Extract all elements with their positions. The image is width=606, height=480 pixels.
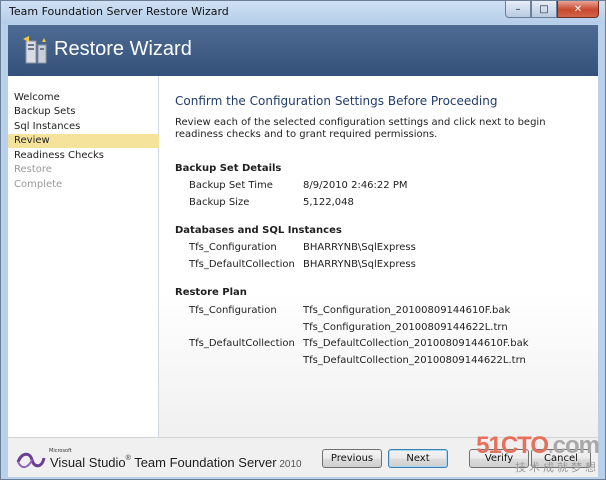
banner-title: Restore Wizard — [54, 38, 192, 60]
nav-item-backup-sets[interactable]: Backup Sets — [8, 105, 160, 119]
database-name: Tfs_DefaultCollection — [189, 259, 295, 270]
plan-log-file: Tfs_DefaultCollection_20100809144622L.tr… — [303, 355, 526, 366]
previous-button-label: Previous — [330, 453, 374, 464]
nav-item-review[interactable]: Review — [8, 134, 160, 148]
next-button-label: Next — [406, 453, 430, 464]
close-button[interactable]: ✕ — [557, 1, 599, 18]
database-instance: BHARRYNB\SqlExpress — [303, 242, 416, 253]
page-description: Review each of the selected configuratio… — [175, 117, 546, 140]
cancel-button[interactable]: Cancel — [531, 449, 591, 468]
cancel-button-label: Cancel — [544, 453, 578, 464]
wizard-footer: Microsoft Visual Studio® Team Foundation… — [8, 437, 598, 477]
visual-studio-logo-icon — [16, 452, 46, 468]
brand-suffix: Team Foundation Server — [130, 455, 277, 470]
product-brand: Microsoft Visual Studio® Team Foundation… — [16, 448, 302, 470]
backup-set-time-label: Backup Set Time — [189, 180, 273, 191]
backup-size-value: 5,122,048 — [303, 197, 354, 208]
caption-buttons: – □ ✕ — [505, 1, 599, 18]
nav-item-restore: Restore — [14, 164, 52, 175]
wizard-banner: Restore Wizard — [8, 25, 598, 76]
plan-database-name: Tfs_Configuration — [189, 305, 277, 316]
backup-size-label: Backup Size — [189, 197, 250, 208]
brand-year: 2010 — [276, 459, 302, 470]
next-button[interactable]: Next — [388, 449, 448, 468]
databases-heading: Databases and SQL Instances — [175, 225, 342, 236]
wizard-window: Team Foundation Server Restore Wizard – … — [0, 0, 606, 480]
backup-set-details-heading: Backup Set Details — [175, 163, 282, 174]
page-heading: Confirm the Configuration Settings Befor… — [175, 94, 498, 108]
verify-button-label: Verify — [484, 453, 514, 464]
plan-database-name: Tfs_DefaultCollection — [189, 338, 295, 349]
backup-set-time-value: 8/9/2010 2:46:22 PM — [303, 180, 408, 191]
brand-name: Visual Studio® Team Foundation Server 20… — [50, 455, 302, 470]
plan-log-file: Tfs_Configuration_20100809144622L.trn — [303, 322, 508, 333]
wizard-nav: Welcome Backup Sets Sql Instances Review… — [8, 76, 160, 437]
title-bar[interactable]: Team Foundation Server Restore Wizard – … — [1, 1, 605, 24]
brand-microsoft: Microsoft — [49, 448, 72, 454]
nav-item-readiness-checks[interactable]: Readiness Checks — [8, 149, 160, 163]
nav-item-welcome[interactable]: Welcome — [8, 91, 160, 105]
previous-button[interactable]: Previous — [322, 449, 382, 468]
window-title: Team Foundation Server Restore Wizard — [9, 5, 229, 18]
brand-product: Visual Studio — [50, 455, 126, 470]
plan-backup-file: Tfs_Configuration_20100809144610F.bak — [303, 305, 511, 316]
database-instance: BHARRYNB\SqlExpress — [303, 259, 416, 270]
plan-backup-file: Tfs_DefaultCollection_20100809144610F.ba… — [303, 338, 529, 349]
minimize-button[interactable]: – — [505, 1, 531, 18]
restore-wizard-icon — [23, 36, 47, 64]
nav-item-complete: Complete — [14, 179, 63, 190]
restore-plan-heading: Restore Plan — [175, 287, 247, 298]
database-name: Tfs_Configuration — [189, 242, 277, 253]
review-panel: Confirm the Configuration Settings Befor… — [159, 76, 598, 437]
nav-item-sql-instances[interactable]: Sql Instances — [8, 120, 160, 134]
client-area: Welcome Backup Sets Sql Instances Review… — [8, 76, 598, 437]
maximize-button[interactable]: □ — [531, 1, 557, 18]
verify-button[interactable]: Verify — [469, 449, 529, 468]
